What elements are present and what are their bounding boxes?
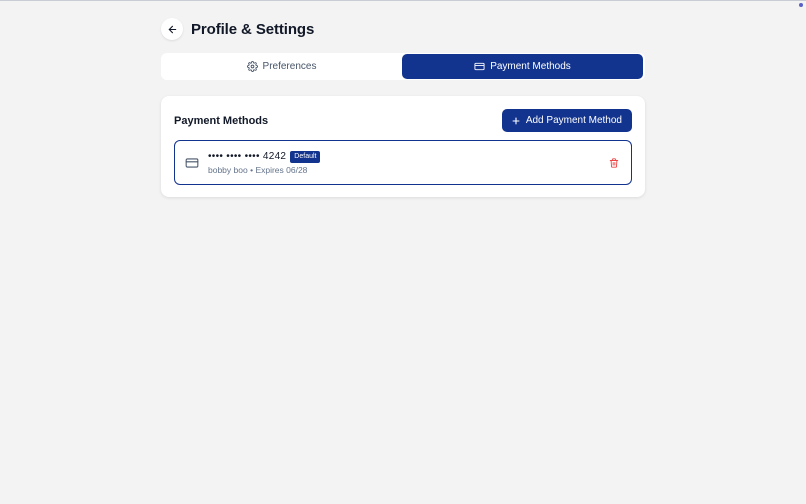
card-expiry: Expires 06/28 (255, 164, 308, 175)
payment-method-line: •••• •••• •••• 4242 Default (208, 150, 609, 163)
card-header: Payment Methods Add Payment Method (174, 109, 632, 132)
payment-method-row[interactable]: •••• •••• •••• 4242 Default bobby boo • … (174, 140, 632, 185)
plus-icon (511, 116, 521, 126)
add-payment-method-label: Add Payment Method (525, 115, 622, 126)
gear-icon (246, 61, 258, 72)
payment-method-info: •••• •••• •••• 4242 Default bobby boo • … (208, 150, 609, 175)
card-title: Payment Methods (174, 114, 269, 127)
arrow-left-icon (167, 24, 178, 35)
tab-payment-methods[interactable]: Payment Methods (402, 54, 643, 79)
payment-methods-card: Payment Methods Add Payment Method •••• … (161, 96, 645, 197)
status-dot (799, 3, 803, 7)
delete-payment-method-button[interactable] (609, 157, 619, 168)
tab-payment-methods-label: Payment Methods (490, 61, 571, 72)
settings-page: Profile & Settings Preferences Payment M… (161, 15, 645, 197)
detail-separator: • (250, 164, 254, 175)
back-button[interactable] (161, 18, 183, 40)
page-header: Profile & Settings (161, 15, 645, 43)
tab-preferences-label: Preferences (262, 61, 317, 72)
payment-method-details: bobby boo • Expires 06/28 (208, 165, 609, 175)
card-holder: bobby boo (208, 164, 248, 175)
credit-card-icon (474, 61, 485, 72)
trash-icon (609, 157, 619, 168)
default-badge: Default (290, 150, 321, 163)
card-number: •••• •••• •••• 4242 (208, 151, 287, 162)
tab-preferences[interactable]: Preferences (161, 53, 402, 80)
settings-tabs: Preferences Payment Methods (161, 53, 645, 80)
add-payment-method-button[interactable]: Add Payment Method (501, 109, 632, 132)
page-title: Profile & Settings (191, 20, 315, 38)
credit-card-icon (185, 156, 199, 170)
